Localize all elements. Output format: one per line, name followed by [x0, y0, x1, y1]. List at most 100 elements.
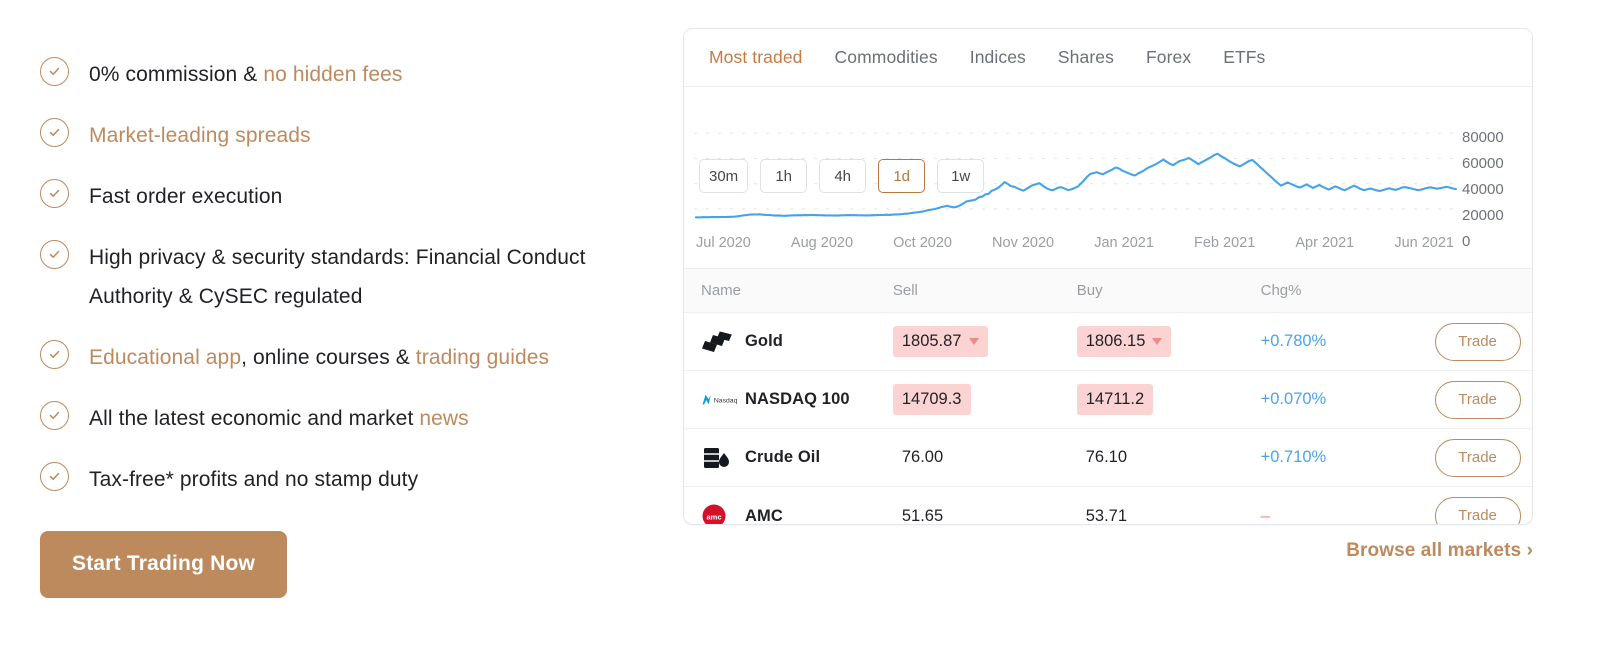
table-row[interactable]: Gold 1805.87 1806.15 +0.780% Trade [684, 313, 1532, 371]
buy-price-value: 53.71 [1085, 506, 1128, 525]
table-row[interactable]: amc AMC 51.65 53.71 – Trade [684, 487, 1532, 525]
x-tick-label: Nov 2020 [992, 235, 1055, 251]
sell-cell: 76.00 [893, 442, 1077, 473]
sell-price-value: 1805.87 [901, 332, 962, 350]
trade-cell: Trade [1434, 322, 1532, 361]
trade-button[interactable]: Trade [1434, 497, 1521, 524]
markets-panel: Most traded Commodities Indices Shares Forex… [683, 28, 1533, 525]
check-circle-icon [40, 57, 69, 86]
benefit-highlight-link[interactable]: trading guides [416, 346, 549, 369]
benefit-plain-text: All the latest economic and market [89, 407, 420, 430]
buy-price[interactable]: 53.71 [1077, 501, 1136, 525]
timeframe-30m[interactable]: 30m [699, 159, 749, 193]
benefit-text: 0% commission & no hidden fees [89, 55, 403, 94]
trade-button[interactable]: Trade [1434, 380, 1521, 419]
tab-commodities[interactable]: Commodities [835, 47, 938, 68]
sell-cell: 14709.3 [892, 384, 1077, 415]
sell-price[interactable]: 76.00 [893, 442, 952, 473]
arrow-down-icon [1152, 338, 1163, 345]
benefit-plain-text: Fast order execution [89, 185, 283, 208]
th-buy: Buy [1076, 282, 1103, 299]
sell-cell: 1805.87 [892, 326, 1077, 357]
sell-price[interactable]: 14709.3 [892, 384, 971, 415]
trade-cell: Trade [1434, 380, 1532, 419]
nasdaq-logo-icon: Nasdaq [701, 391, 745, 409]
timeframe-1w[interactable]: 1w [937, 159, 985, 193]
x-tick-label: Aug 2020 [790, 235, 854, 251]
sell-price[interactable]: 51.65 [893, 501, 952, 525]
marketing-page: 0% commission & no hidden fees Market-lea… [0, 0, 1598, 650]
asset-cell: Gold [684, 329, 893, 355]
asset-cell: Nasdaq NASDAQ 100 [684, 390, 893, 409]
benefit-text: High privacy & security standards: Finan… [89, 238, 609, 316]
timeframe-selector: 30m 1h 4h 1d 1w [699, 159, 985, 193]
timeframe-1d[interactable]: 1d [878, 159, 926, 193]
benefit-highlight-link[interactable]: Market-leading spreads [89, 124, 311, 147]
browse-all-markets-link[interactable]: Browse all markets › [1346, 540, 1533, 562]
market-category-tabs: Most traded Commodities Indices Shares Forex… [684, 29, 1532, 87]
markets-table-body: Gold 1805.87 1806.15 +0.780% Trade Nasdaq NASD… [684, 313, 1532, 525]
trade-button[interactable]: Trade [1434, 438, 1521, 477]
buy-cell: 14711.2 [1076, 384, 1261, 415]
benefit-text: Educational app, online courses & tradin… [89, 338, 549, 377]
benefit-item: All the latest economic and market news [40, 399, 660, 438]
sell-price-value: 14709.3 [901, 390, 962, 408]
x-tick-label: Jan 2021 [1094, 235, 1154, 251]
benefit-highlight-link[interactable]: Educational app [89, 346, 241, 369]
start-trading-button[interactable]: Start Trading Now [40, 531, 288, 598]
amc-logo-icon: amc [701, 503, 745, 524]
check-circle-icon [40, 240, 69, 269]
benefit-text: Market-leading spreads [89, 116, 311, 155]
x-tick-label: Jul 2020 [696, 235, 751, 251]
benefit-plain-text: Tax-free* profits and no stamp duty [89, 468, 419, 491]
timeframe-4h[interactable]: 4h [819, 159, 867, 193]
benefit-plain-text: High privacy & security standards: Finan… [89, 246, 586, 308]
buy-price[interactable]: 1806.15 [1076, 326, 1172, 357]
tab-indices[interactable]: Indices [970, 47, 1026, 68]
benefit-plain-text: , online courses & [241, 346, 416, 369]
sell-price-value: 51.65 [901, 506, 944, 525]
change-cell: +0.070% [1261, 390, 1435, 409]
sell-price-value: 76.00 [901, 448, 944, 466]
buy-cell: 1806.15 [1076, 326, 1261, 357]
y-tick-label: 0 [1462, 233, 1471, 250]
cta-container: Start Trading Now [40, 531, 288, 598]
benefit-highlight-link[interactable]: news [419, 407, 468, 430]
x-tick-label: Apr 2021 [1295, 235, 1355, 251]
asset-name: Gold [745, 332, 783, 350]
tab-etfs[interactable]: ETFs [1223, 47, 1265, 68]
benefit-item: Market-leading spreads [40, 116, 660, 155]
asset-name: AMC [745, 506, 783, 525]
y-tick-label: 60000 [1462, 155, 1504, 172]
asset-name: NASDAQ 100 [745, 390, 850, 408]
price-chart-block: 30m 1h 4h 1d 1w 80000 60000 40000 20000 0 Jul 20… [684, 87, 1532, 269]
table-row[interactable]: Nasdaq NASDAQ 100 14709.3 14711.2 +0.070% Tra… [684, 371, 1532, 429]
buy-price-value: 76.10 [1085, 448, 1128, 466]
buy-price-value: 1806.15 [1085, 332, 1146, 350]
asset-cell: Crude Oil [684, 445, 893, 471]
buy-price[interactable]: 14711.2 [1076, 384, 1154, 415]
trade-button[interactable]: Trade [1434, 322, 1521, 361]
oil-barrel-icon [701, 445, 745, 471]
benefit-item: High privacy & security standards: Finan… [40, 238, 660, 316]
svg-text:Nasdaq: Nasdaq [714, 397, 738, 404]
sell-price[interactable]: 1805.87 [892, 326, 988, 357]
table-row[interactable]: Crude Oil 76.00 76.10 +0.710% Trade [684, 429, 1532, 487]
tab-shares[interactable]: Shares [1058, 47, 1114, 68]
tab-most-traded[interactable]: Most traded [709, 47, 803, 68]
buy-cell: 76.10 [1077, 442, 1261, 473]
change-cell: – [1261, 507, 1435, 525]
buy-price[interactable]: 76.10 [1077, 442, 1136, 473]
benefit-item: Tax-free* profits and no stamp duty [40, 460, 660, 499]
markets-table-header: Name Sell Buy Chg% [684, 269, 1532, 313]
timeframe-1h[interactable]: 1h [760, 159, 808, 193]
benefit-text: Fast order execution [89, 177, 282, 216]
benefit-highlight-link[interactable]: no hidden fees [263, 63, 402, 86]
th-sell: Sell [892, 282, 918, 299]
x-tick-label: Oct 2020 [893, 235, 952, 251]
asset-cell: amc AMC [684, 503, 893, 525]
tab-forex[interactable]: Forex [1146, 47, 1191, 68]
th-name: Name [701, 282, 742, 299]
asset-name: Crude Oil [745, 448, 821, 466]
change-percent: +0.070% [1260, 390, 1327, 408]
